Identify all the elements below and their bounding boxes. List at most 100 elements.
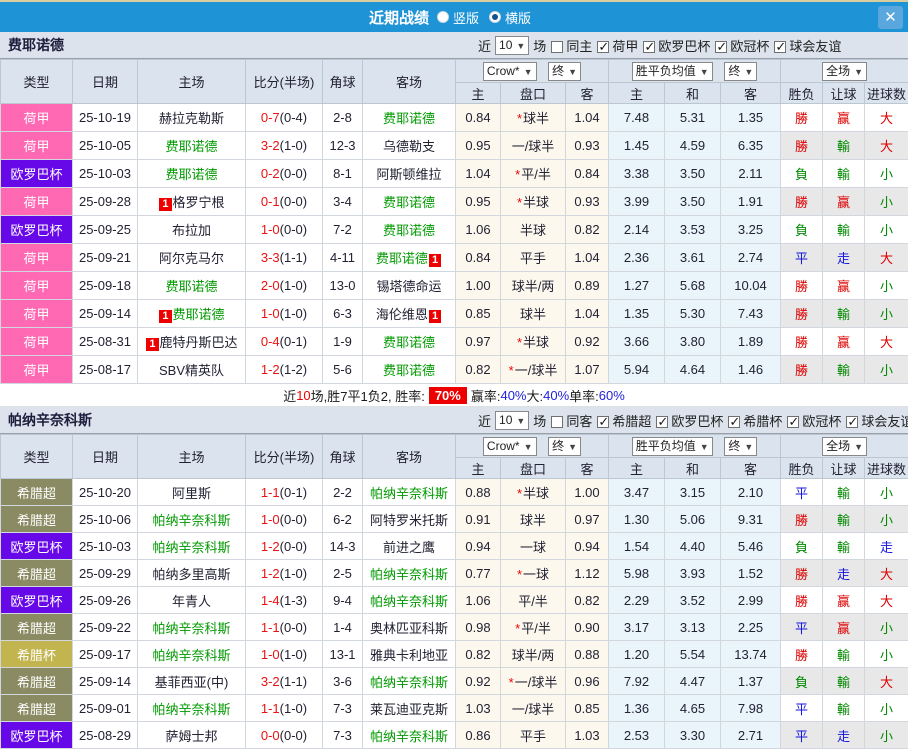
- full-time-score: 0-1: [260, 194, 280, 209]
- half-time-score: (1-3): [279, 592, 308, 608]
- team-name-text: 帕纳辛奈科斯: [152, 620, 231, 636]
- filter-checkbox[interactable]: [728, 414, 741, 430]
- league-badge: 荷甲: [0, 243, 73, 272]
- team-name-text: 萨姆士邦: [165, 728, 218, 744]
- radio-horizontal[interactable]: [489, 11, 501, 23]
- away-odds: 0.82: [565, 215, 609, 244]
- sub-col-home-odds: 主: [455, 457, 501, 479]
- filter-checkbox[interactable]: [643, 39, 656, 55]
- mean-away-odds: 3.25: [719, 215, 782, 244]
- final-select2[interactable]: 终 ▼: [724, 436, 758, 456]
- handicap-text: 平手: [519, 728, 546, 744]
- half-time-score: (0-0): [279, 222, 308, 237]
- filter-checkbox[interactable]: [774, 39, 787, 55]
- handicap-text: 球半: [519, 307, 546, 322]
- filter-checkbox[interactable]: [656, 414, 669, 430]
- corners-cell: 4-11: [322, 243, 363, 272]
- score-cell: 2-0(1-0): [245, 271, 323, 300]
- home-team: 帕纳辛奈科斯: [137, 505, 246, 533]
- mean-away-odds: 1.46: [719, 355, 782, 384]
- filter-label: 希腊超: [612, 413, 652, 429]
- team-name-text: 莱瓦迪亚克斯: [369, 701, 448, 717]
- scope-select[interactable]: 全场 ▼: [822, 436, 867, 456]
- full-time-score: 1-1: [260, 700, 280, 716]
- mean-home-odds: 2.36: [608, 243, 665, 272]
- team-name-text: SBV精英队: [158, 363, 224, 378]
- mean-away-odds: 9.31: [719, 505, 782, 533]
- mean-away-odds: 1.89: [719, 327, 782, 356]
- corners-cell: 8-1: [322, 159, 363, 188]
- mean-select[interactable]: 胜平负均值 ▼: [631, 61, 713, 81]
- score-cell: 1-0(1-0): [245, 299, 323, 328]
- mean-draw-odds: 3.15: [664, 478, 721, 506]
- full-time-score: 1-0: [260, 222, 280, 237]
- half-time-score: (1-0): [279, 138, 308, 153]
- mean-home-odds: 5.98: [608, 559, 665, 587]
- col-away: 客场: [362, 434, 456, 479]
- home-team: 帕纳辛奈科斯: [137, 613, 246, 641]
- filter-checkbox[interactable]: [787, 414, 800, 430]
- bookmaker-select[interactable]: Crow* ▼: [482, 436, 537, 456]
- radio-vertical-label[interactable]: 竖版: [453, 8, 479, 27]
- matches-body: 荷甲 25-10-19 赫拉克勒斯 0-7(0-4) 2-8 费耶诺德 0.84 *球半 1.0…: [0, 103, 908, 384]
- match-row: 希腊超 25-09-22 帕纳辛奈科斯 1-1(0-0) 1-4 奥林匹亚科斯 0.98 *平…: [0, 613, 908, 641]
- home-team: 1 鹿特丹斯巴达: [137, 327, 246, 356]
- filter-checkbox[interactable]: [715, 39, 728, 55]
- score-cell: 0-4(0-1): [245, 327, 323, 356]
- home-team: 费耶诺德: [137, 159, 246, 188]
- away-team: 帕纳辛奈科斯: [362, 478, 456, 506]
- handicap-text: 平/半: [518, 593, 548, 609]
- filter-checkbox[interactable]: [551, 415, 564, 428]
- home-team: 帕纳多里高斯: [137, 559, 246, 587]
- bookmaker-select[interactable]: Crow* ▼: [482, 61, 537, 81]
- result-cell: 負: [780, 667, 824, 695]
- filter-checkbox[interactable]: [597, 414, 610, 430]
- filter-checkbox[interactable]: [846, 414, 859, 430]
- mean-select[interactable]: 胜平负均值 ▼: [631, 436, 713, 456]
- single-rate-label: 单率:: [569, 388, 599, 404]
- corners-cell: 3-6: [322, 667, 363, 695]
- goals-result-cell: 小: [864, 721, 908, 749]
- handicap-text: 球半/两: [511, 279, 555, 294]
- match-row: 欧罗巴杯 25-10-03 帕纳辛奈科斯 1-2(0-0) 14-3 前进之鹰 0.94 一球…: [0, 532, 908, 560]
- away-team: 费耶诺德: [362, 355, 456, 384]
- final-select2[interactable]: 终 ▼: [724, 61, 758, 81]
- corners-cell: 6-2: [322, 505, 363, 533]
- games-count-select[interactable]: 10 ▼: [495, 410, 530, 430]
- goals-result-cell: 小: [864, 159, 908, 188]
- handicap-line: 球半: [500, 299, 566, 328]
- filter-label: 希腊杯: [743, 413, 783, 429]
- home-odds: 1.04: [455, 159, 501, 188]
- near-label: 近: [478, 413, 492, 429]
- close-icon[interactable]: ✕: [878, 6, 903, 29]
- match-date: 25-09-28: [72, 187, 138, 216]
- full-time-score: 1-1: [260, 619, 280, 635]
- sub-col-result: 胜负: [780, 82, 824, 104]
- summary-text: 近: [283, 388, 297, 404]
- star-marker: *: [515, 167, 521, 182]
- filter-checkbox[interactable]: [597, 39, 610, 55]
- final-select[interactable]: 终 ▼: [548, 61, 582, 81]
- radio-vertical[interactable]: [436, 11, 449, 23]
- league-badge: 欧罗巴杯: [0, 159, 73, 188]
- over-rate-label: 大:: [526, 388, 544, 404]
- games-count-select[interactable]: 10 ▼: [495, 35, 530, 55]
- scope-select[interactable]: 全场 ▼: [822, 61, 867, 81]
- result-cell: 勝: [780, 299, 824, 328]
- mean-home-odds: 2.29: [608, 586, 665, 614]
- league-badge: 希腊超: [0, 478, 73, 506]
- goals-result-cell: 小: [864, 271, 908, 300]
- away-odds: 1.07: [565, 355, 609, 384]
- score-cell: 1-4(1-3): [245, 586, 323, 614]
- away-team: 帕纳辛奈科斯: [362, 667, 456, 695]
- team-name-text: 鹿特丹斯巴达: [159, 335, 238, 350]
- radio-horizontal-label[interactable]: 横版: [505, 8, 531, 27]
- mean-home-odds: 7.92: [608, 667, 665, 695]
- star-marker: *: [516, 111, 523, 126]
- final-select[interactable]: 终 ▼: [548, 436, 582, 456]
- matches-table: 类型 日期 主场 比分(半场) 角球 客场 Crow* ▼ 终 ▼ 胜平负均值 ▼ 终…: [0, 59, 908, 384]
- filter-checkbox[interactable]: [551, 40, 564, 53]
- goals-result-cell: 大: [864, 586, 908, 614]
- summary-record: 场,胜7平1负2, 胜率:: [310, 388, 425, 404]
- home-odds: 0.84: [455, 103, 501, 132]
